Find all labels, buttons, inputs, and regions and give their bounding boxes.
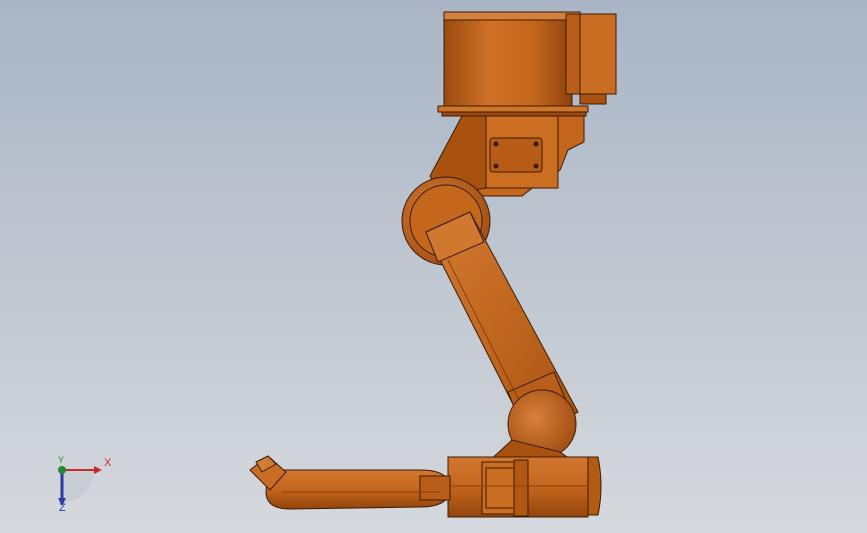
triad-z-label: Z xyxy=(59,502,66,514)
x-axis-arrowhead xyxy=(94,466,102,474)
elbow-joint[interactable] xyxy=(486,389,577,463)
triad-backplane xyxy=(62,470,94,502)
base-motor-housing[interactable] xyxy=(437,11,617,117)
robot-arm-model[interactable] xyxy=(0,0,867,533)
graphics-viewport[interactable]: X Y Z xyxy=(0,0,867,533)
y-axis-marker xyxy=(58,466,66,474)
triad-y-label: Y xyxy=(58,455,65,465)
triad-x-label: X xyxy=(104,457,112,469)
wrist-link[interactable] xyxy=(265,469,451,510)
forearm-housing[interactable] xyxy=(447,456,602,518)
